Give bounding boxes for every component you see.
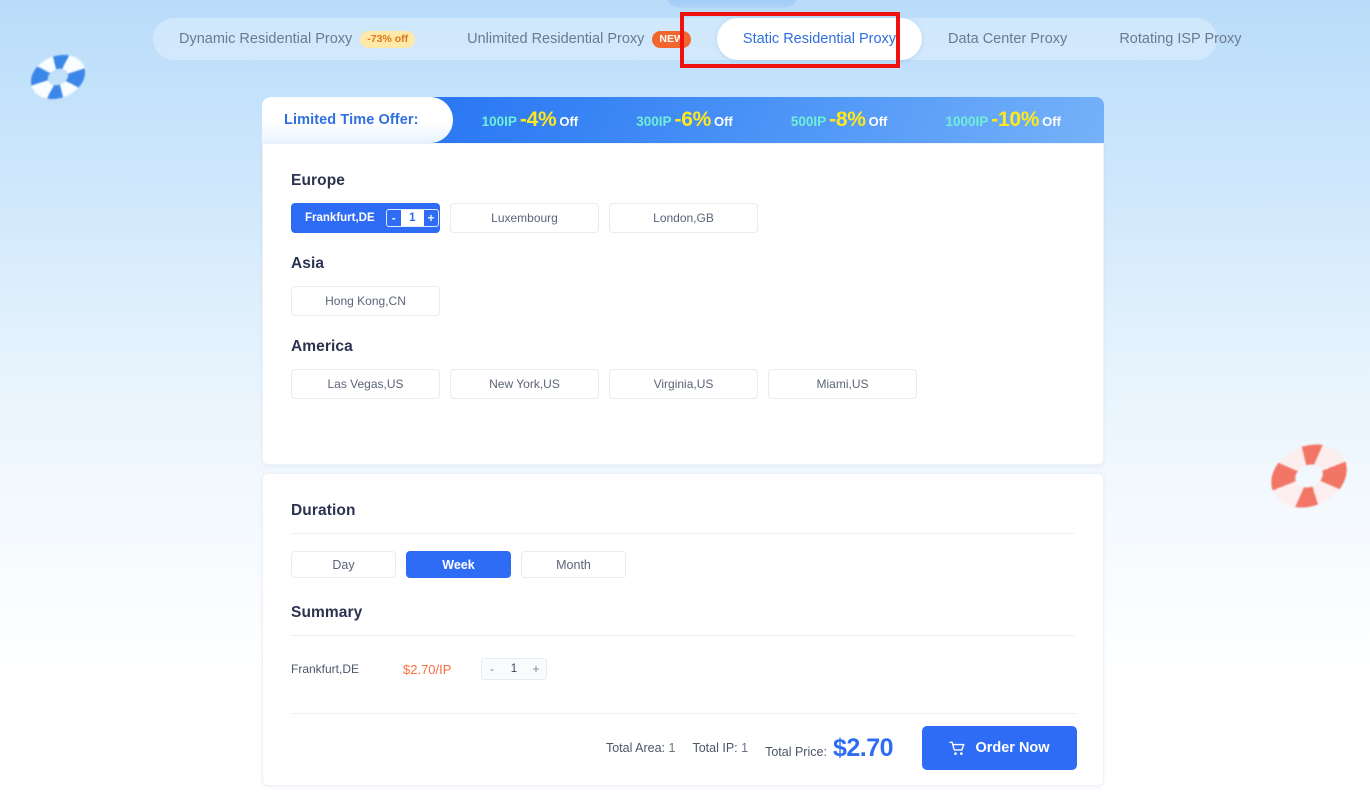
location-quantity-stepper: -1 + xyxy=(385,209,439,227)
location-group: Asia Hong Kong,CN xyxy=(291,255,1075,316)
location-group: Europe Frankfurt,DE -1 + Luxembourg London,GB xyxy=(291,172,1075,233)
promo-tier-ip: 500IP xyxy=(790,114,827,129)
location-chip[interactable]: Hong Kong,CN xyxy=(291,286,440,316)
location-chip[interactable]: Las Vegas,US xyxy=(291,369,440,399)
total-area-value: 1 xyxy=(668,741,676,755)
summary-quantity-stepper: -1 + xyxy=(481,658,547,680)
tab-unlimited-residential-proxy[interactable]: Unlimited Residential Proxy NEW xyxy=(441,18,717,60)
location-group-title: Europe xyxy=(291,172,345,189)
location-groups: Europe Frankfurt,DE -1 + Luxembourg London,GB… xyxy=(263,144,1103,399)
promo-tier-ip: 1000IP xyxy=(945,114,989,129)
order-now-label: Order Now xyxy=(975,740,1050,756)
location-chip[interactable]: Luxembourg xyxy=(450,203,599,233)
summary-quantity-decrease-button[interactable]: - xyxy=(482,659,502,679)
promo-tier-ip: 100IP xyxy=(481,114,517,129)
location-chip-row: Hong Kong,CN xyxy=(291,286,1075,316)
summary-rows: Frankfurt,DE $2.70/IP -1 + xyxy=(291,658,1075,680)
tab-label: Dynamic Residential Proxy xyxy=(179,31,353,47)
duration-options: Day Week Month xyxy=(291,551,1075,578)
location-chip-row: Las Vegas,US New York,US Virginia,US Miami,… xyxy=(291,369,1075,399)
proxy-type-tabbar: Dynamic Residential Proxy -73% off Unlimit… xyxy=(153,18,1242,60)
promo-tier-ip: 300IP xyxy=(636,114,672,129)
blue-life-ring-icon xyxy=(26,47,90,107)
duration-divider xyxy=(291,533,1075,534)
tab-rotating-isp-proxy[interactable]: Rotating ISP Proxy xyxy=(1093,18,1267,60)
summary-unit-price: $2.70/IP xyxy=(403,661,452,677)
promo-tier-percent: -10% xyxy=(991,108,1040,131)
promo-tier-percent: -6% xyxy=(674,108,712,131)
location-chip-label: Virginia,US xyxy=(653,377,714,391)
summary-quantity-value[interactable]: 1 xyxy=(502,659,526,679)
location-chip[interactable]: Frankfurt,DE -1 + xyxy=(291,203,440,233)
summary-title: Summary xyxy=(291,604,363,621)
tab-badge: NEW xyxy=(652,30,691,48)
duration-option-day[interactable]: Day xyxy=(291,551,396,578)
location-group-title: Asia xyxy=(291,255,325,272)
promo-label: Limited Time Offer: xyxy=(262,97,453,143)
limited-time-offer-banner: Limited Time Offer: 100IP -4% Off 300IP -6% O… xyxy=(262,97,1104,143)
tab-badge: -73% off xyxy=(360,30,416,48)
shopping-cart-icon xyxy=(949,741,965,755)
duration-option-month[interactable]: Month xyxy=(521,551,626,578)
summary-quantity-increase-button[interactable]: + xyxy=(526,659,546,679)
promo-tier: 100IP -4% Off xyxy=(482,108,579,132)
location-chip-label: Las Vegas,US xyxy=(327,377,404,391)
location-selection-card: Europe Frankfurt,DE -1 + Luxembourg London,GB… xyxy=(262,143,1104,465)
top-peek-decoration xyxy=(666,0,798,8)
summary-divider xyxy=(291,635,1075,636)
tab-dynamic-residential-proxy[interactable]: Dynamic Residential Proxy -73% off xyxy=(153,18,441,60)
tab-static-residential-proxy[interactable]: Static Residential Proxy xyxy=(716,18,923,60)
duration-summary-card: Duration Day Week Month Summary Frankfurt,… xyxy=(262,473,1104,786)
red-life-ring-icon xyxy=(1264,434,1354,518)
total-ip-value: 1 xyxy=(741,741,749,755)
total-area-label: Total Area: xyxy=(605,741,666,755)
tab-label: Static Residential Proxy xyxy=(742,31,897,47)
tab-label: Data Center Proxy xyxy=(948,31,1068,47)
summary-location-name: Frankfurt,DE xyxy=(291,662,360,676)
total-price: Total Price: $2.70 xyxy=(765,734,893,763)
location-group-title: America xyxy=(291,338,353,355)
summary-row: Frankfurt,DE $2.70/IP -1 + xyxy=(291,658,1075,680)
tab-data-center-proxy[interactable]: Data Center Proxy xyxy=(922,18,1093,60)
location-chip-label: Luxembourg xyxy=(491,211,558,225)
duration-section: Duration Day Week Month Summary Frankfurt,… xyxy=(263,474,1103,680)
location-chip[interactable]: Miami,US xyxy=(768,369,917,399)
total-area: Total Area: 1 xyxy=(606,741,676,755)
location-chip[interactable]: London,GB xyxy=(609,203,758,233)
promo-tier-list: 100IP -4% Off 300IP -6% Off 500IP -8% Off 1000IP -… xyxy=(453,108,1104,132)
footer-divider xyxy=(291,713,1077,714)
promo-tier-percent: -4% xyxy=(519,108,557,131)
promo-tier: 1000IP -10% Off xyxy=(946,108,1061,132)
quantity-increase-button[interactable]: + xyxy=(424,210,438,226)
promo-tier-off: Off xyxy=(868,114,888,129)
order-now-button[interactable]: Order Now xyxy=(922,726,1077,770)
promo-tier-percent: -8% xyxy=(829,108,866,131)
quantity-value[interactable]: 1 xyxy=(400,210,424,226)
totals-bar: Total Area: 1 Total IP: 1 Total Price: $… xyxy=(291,724,1077,772)
total-price-label: Total Price: xyxy=(765,744,827,759)
location-chip-label: London,GB xyxy=(653,211,714,225)
tab-label: Unlimited Residential Proxy xyxy=(467,31,645,47)
location-chip-label: Frankfurt,DE xyxy=(305,212,375,224)
total-ip: Total IP: 1 xyxy=(692,741,748,755)
location-chip-label: Hong Kong,CN xyxy=(325,294,406,308)
promo-tier: 500IP -8% Off xyxy=(791,108,888,132)
location-chip-label: Miami,US xyxy=(816,377,869,391)
promo-tier-off: Off xyxy=(559,114,579,129)
total-ip-label: Total IP: xyxy=(692,741,738,755)
location-chip[interactable]: New York,US xyxy=(450,369,599,399)
location-chip-label: New York,US xyxy=(489,377,560,391)
tab-label: Rotating ISP Proxy xyxy=(1119,31,1242,47)
quantity-decrease-button[interactable]: - xyxy=(387,210,401,226)
location-group: America Las Vegas,US New York,US Virginia,U… xyxy=(291,338,1075,399)
location-chip[interactable]: Virginia,US xyxy=(609,369,758,399)
duration-option-week[interactable]: Week xyxy=(406,551,511,578)
promo-tier-off: Off xyxy=(1042,114,1061,129)
promo-tier-off: Off xyxy=(713,114,733,129)
location-chip-row: Frankfurt,DE -1 + Luxembourg London,GB xyxy=(291,203,1075,233)
duration-title: Duration xyxy=(291,502,356,519)
total-price-value: $2.70 xyxy=(832,733,894,762)
promo-tier: 300IP -6% Off xyxy=(636,108,733,132)
